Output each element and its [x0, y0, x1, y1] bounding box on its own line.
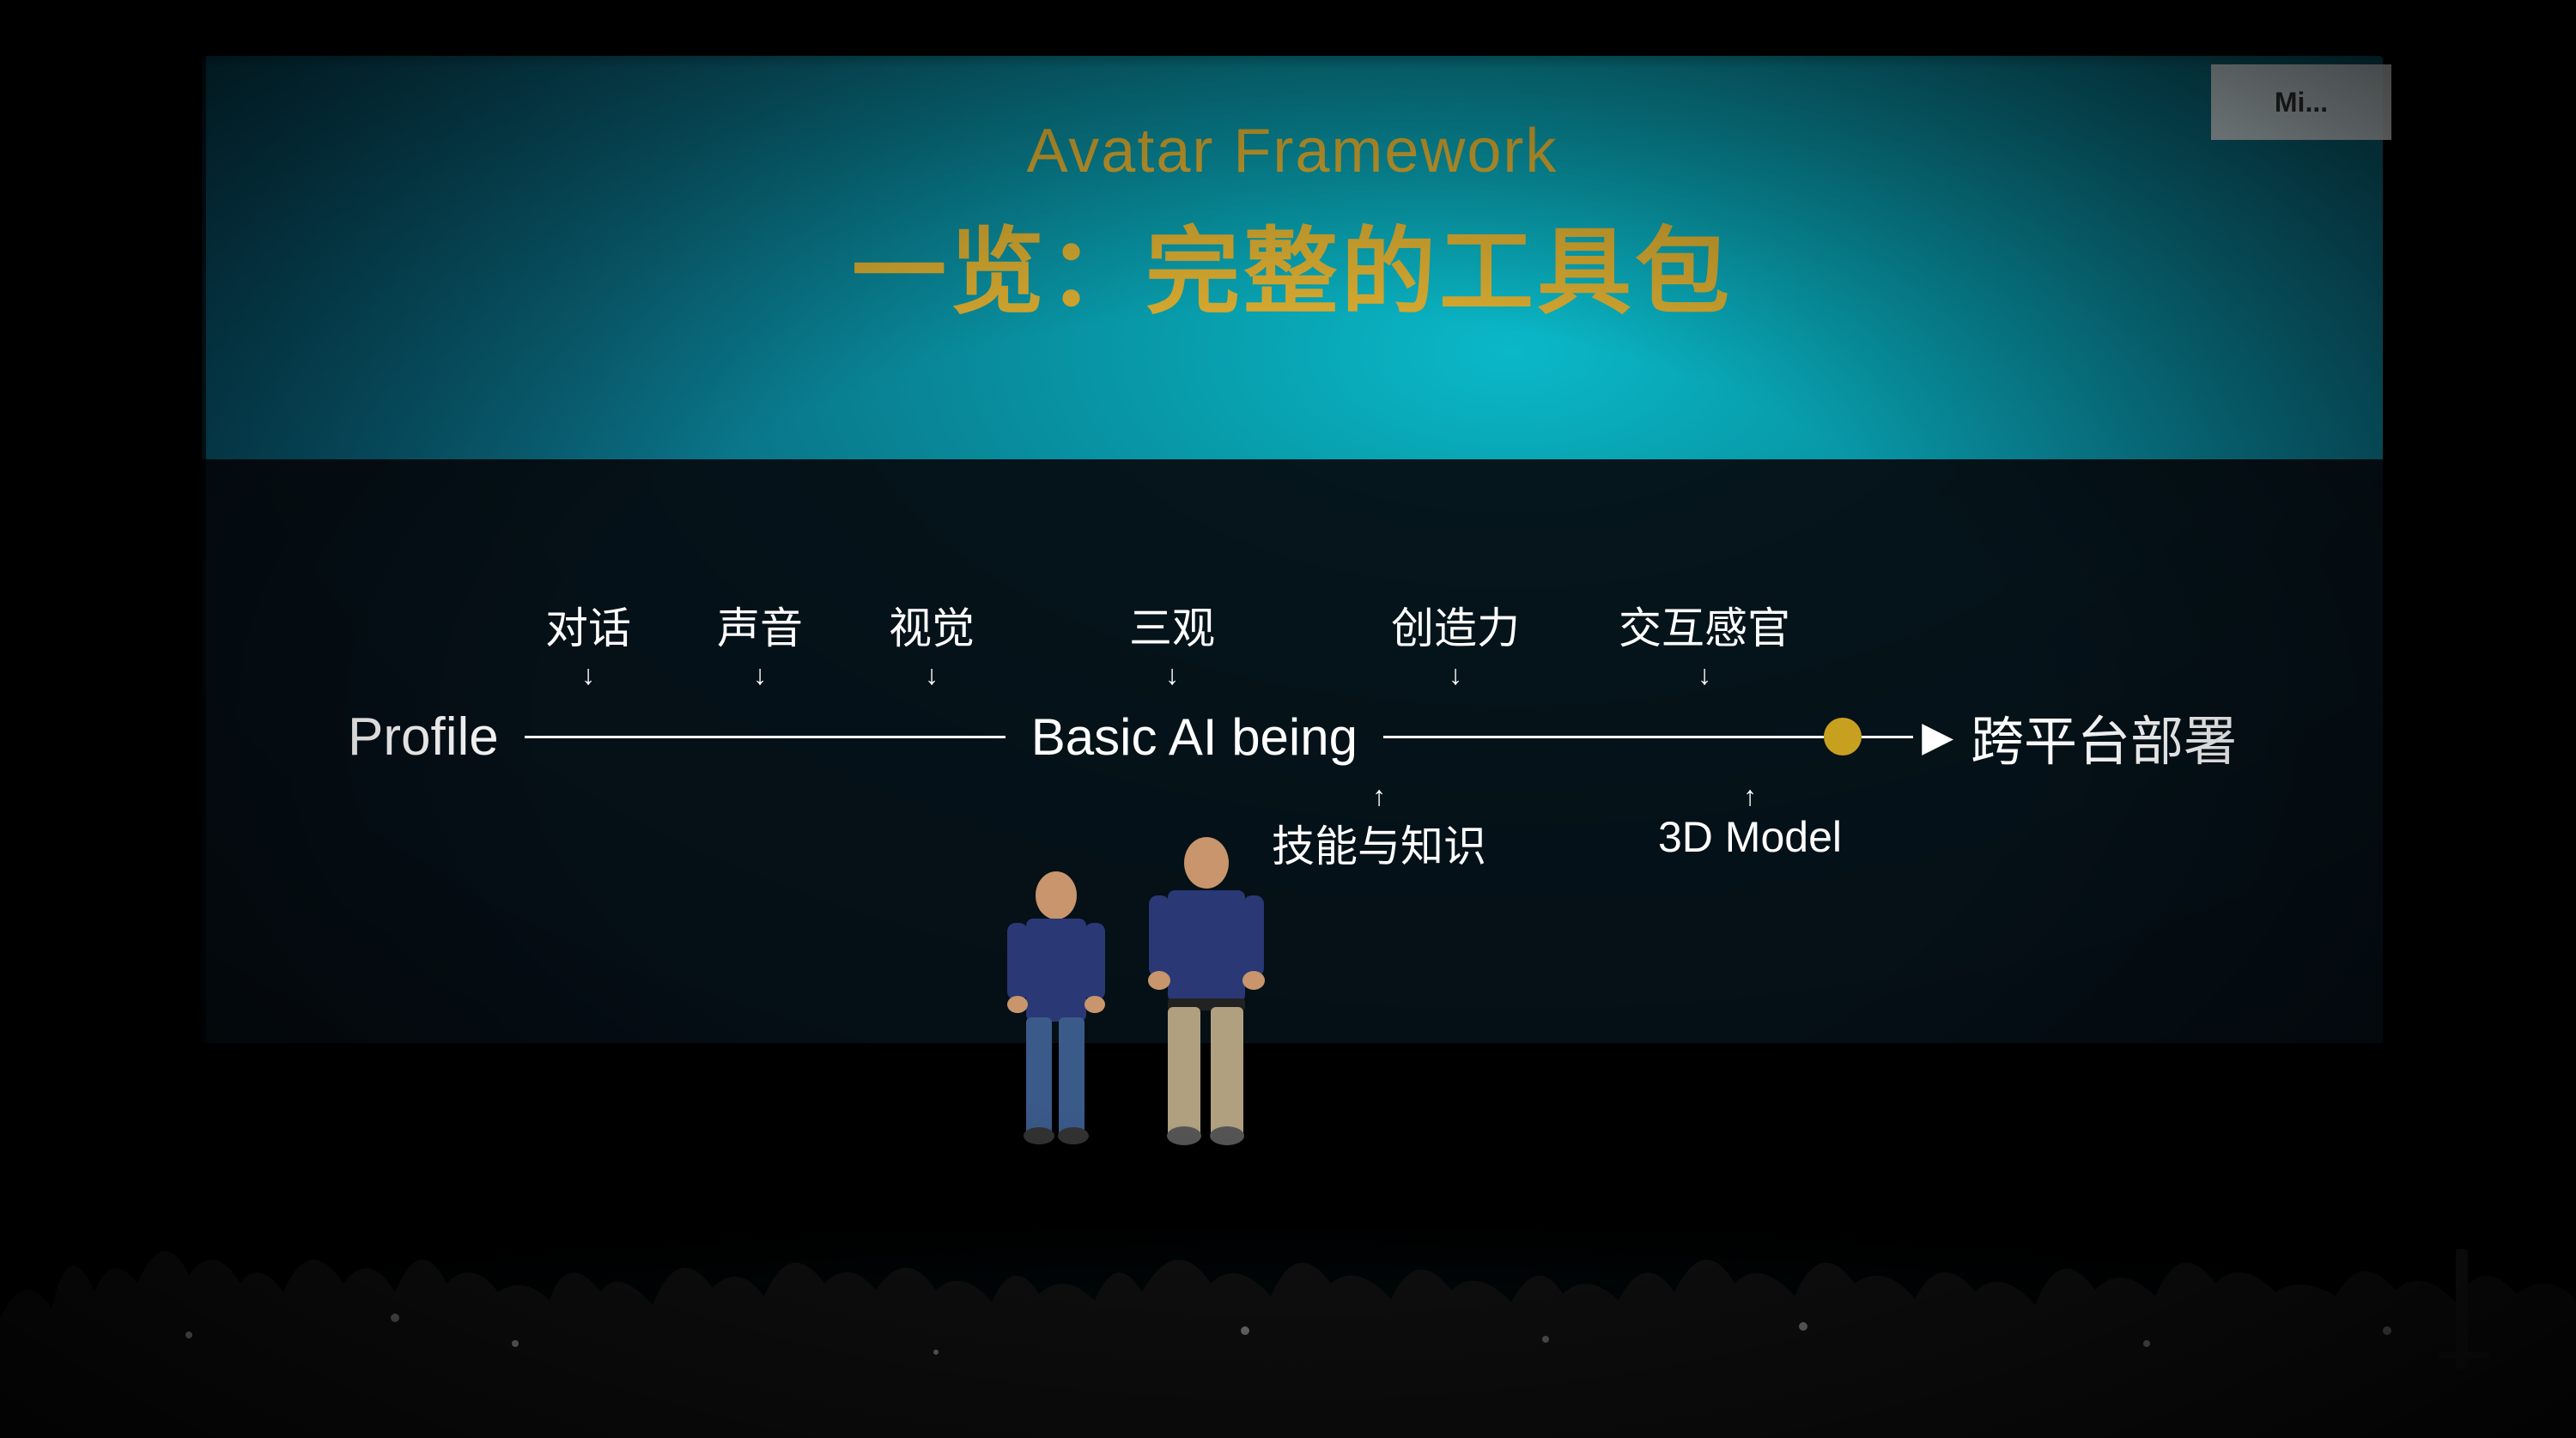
diagram-inner: 对话 ↓ 声音 ↓ 视觉 ↓ 三观 ↓: [348, 594, 2237, 874]
speaker-left: [1000, 871, 1112, 1146]
presentation-slide: Avatar Framework 一览：完整的工具包 对话 ↓ 声音 ↓: [202, 56, 2383, 1043]
arrow-shengyin: ↓: [753, 659, 767, 691]
slide-title-english: Avatar Framework: [202, 116, 2383, 186]
label-chuangzaoli: 创造力 ↓: [1327, 594, 1584, 691]
scene: Avatar Framework 一览：完整的工具包 对话 ↓ 声音 ↓: [0, 0, 2576, 1438]
label-shijue: 视觉 ↓: [846, 594, 1018, 691]
speaker-right: [1142, 837, 1271, 1146]
timeline-dot: [1824, 718, 1862, 755]
timeline-arrow-icon: ▶: [1922, 713, 1953, 761]
timeline-line-left: [525, 736, 1005, 738]
label-shengyin: 声音 ↓: [674, 594, 846, 691]
label-shijue-text: 视觉: [889, 594, 975, 656]
label-duihua: 对话 ↓: [502, 594, 674, 691]
label-sanguan: 三观 ↓: [1018, 594, 1327, 691]
arrow-sanguan: ↓: [1165, 659, 1179, 691]
diagram-area: 对话 ↓ 声音 ↓ 视觉 ↓ 三观 ↓: [202, 476, 2383, 992]
timeline-line-right: [1862, 736, 1913, 738]
corner-sign: Mi...: [2211, 64, 2391, 140]
slide-title-chinese: 一览：完整的工具包: [202, 195, 2383, 332]
label-duihua-text: 对话: [545, 594, 631, 656]
arrow-chuangzaoli: ↓: [1449, 659, 1462, 691]
arrow-3dmodel: ↑: [1743, 780, 1757, 812]
label-3dmodel: ↑ 3D Model: [1658, 780, 1842, 874]
top-vignette: [0, 0, 2576, 69]
arrow-jineng: ↑: [1372, 780, 1386, 812]
label-sanguan-text: 三观: [1129, 594, 1215, 656]
label-jineng-text: 技能与知识: [1272, 812, 1486, 874]
arrow-duihua: ↓: [581, 659, 595, 691]
slide-header: Avatar Framework 一览：完整的工具包: [202, 116, 2383, 332]
timeline-start-label: Profile: [348, 707, 499, 768]
bottom-labels-row: ↑ 技能与知识 ↑ 3D Model: [348, 780, 2237, 874]
label-jiaohu: 交互感官 ↓: [1584, 594, 1825, 691]
top-labels-row: 对话 ↓ 声音 ↓ 视觉 ↓ 三观 ↓: [348, 594, 2237, 691]
label-shengyin-text: 声音: [717, 594, 803, 656]
label-jineng: ↑ 技能与知识: [1272, 780, 1486, 874]
timeline-mid-label: Basic AI being: [1031, 707, 1358, 767]
label-jiaohu-text: 交互感官: [1619, 594, 1790, 656]
arrow-shijue: ↓: [925, 659, 939, 691]
arrow-jiaohu: ↓: [1698, 659, 1711, 691]
label-3dmodel-text: 3D Model: [1658, 812, 1842, 862]
label-chuangzaoli-text: 创造力: [1391, 594, 1520, 656]
corner-sign-text: Mi...: [2275, 87, 2328, 118]
audience-silhouettes: [0, 1077, 2576, 1438]
timeline-row: Profile Basic AI being ▶ 跨平台部署: [348, 698, 2237, 775]
timeline-end-label: 跨平台部署: [1971, 698, 2237, 775]
timeline-line-mid: [1383, 736, 1824, 738]
